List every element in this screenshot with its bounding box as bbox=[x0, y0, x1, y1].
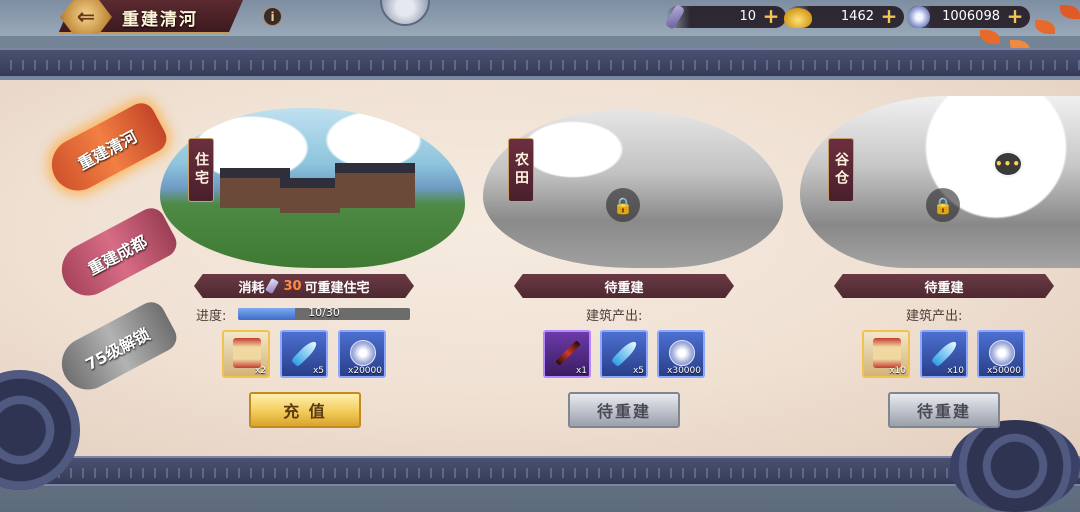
feather-ticket-icon bbox=[265, 277, 280, 295]
add-tickets-button[interactable]: + bbox=[762, 6, 780, 26]
lock-icon: 🔒 bbox=[926, 188, 960, 222]
reward-item[interactable]: x2 bbox=[222, 330, 270, 378]
item-count: x1 bbox=[575, 366, 587, 376]
coin-icon bbox=[350, 340, 376, 366]
gold-ingot-icon bbox=[784, 8, 812, 28]
scroll-icon bbox=[233, 338, 261, 368]
back-arrow-icon: ⇐ bbox=[76, 4, 96, 30]
feather-icon bbox=[290, 338, 320, 368]
item-count: x2 bbox=[254, 366, 266, 376]
scroll-icon bbox=[873, 338, 901, 368]
cost-ribbon: 消耗 30 可重建住宅 bbox=[194, 274, 414, 298]
cost-amount: 30 bbox=[283, 278, 302, 294]
info-icon[interactable]: i bbox=[263, 7, 282, 26]
progress-text: 10/30 bbox=[308, 306, 340, 319]
reward-item[interactable]: x5 bbox=[600, 330, 648, 378]
lock-icon: 🔒 bbox=[606, 188, 640, 222]
item-count: x20000 bbox=[348, 366, 382, 376]
item-count: x10 bbox=[947, 366, 964, 376]
reward-item[interactable]: x1 bbox=[543, 330, 591, 378]
reward-item[interactable]: x5 bbox=[280, 330, 328, 378]
output-label: 建筑产出: bbox=[586, 309, 643, 324]
cost-suffix: 可重建住宅 bbox=[304, 280, 370, 296]
resource-tickets: 10 + bbox=[664, 4, 786, 30]
recharge-button[interactable]: 充 值 bbox=[249, 392, 361, 428]
cost-prefix: 消耗 bbox=[238, 280, 265, 296]
reward-item[interactable]: x10 bbox=[920, 330, 968, 378]
item-count: x10 bbox=[889, 366, 906, 376]
add-gold-button[interactable]: + bbox=[880, 6, 898, 26]
pending-rebuild-button[interactable]: 待重建 bbox=[888, 392, 1000, 428]
building-label: 农田 bbox=[508, 138, 534, 202]
building-label: 住宅 bbox=[188, 138, 214, 202]
page-title: 重建清河 bbox=[122, 10, 198, 30]
reward-item[interactable]: x20000 bbox=[338, 330, 386, 378]
item-count: x5 bbox=[312, 366, 324, 376]
chat-bubble-icon[interactable]: ••• bbox=[993, 151, 1023, 177]
building-label: 谷仓 bbox=[828, 138, 854, 202]
item-count: x50000 bbox=[987, 366, 1021, 376]
silver-coin-icon bbox=[908, 6, 930, 28]
reward-item[interactable]: x50000 bbox=[977, 330, 1025, 378]
status-ribbon: 待重建 bbox=[834, 274, 1054, 298]
item-count: x30000 bbox=[667, 366, 701, 376]
top-border-band bbox=[0, 48, 1080, 78]
feather-icon bbox=[610, 338, 640, 368]
bottom-border-band bbox=[0, 456, 1080, 486]
feather-icon bbox=[930, 338, 960, 368]
coin-icon bbox=[669, 340, 695, 366]
resource-value: 10 bbox=[739, 9, 756, 24]
pending-rebuild-button[interactable]: 待重建 bbox=[568, 392, 680, 428]
coin-icon bbox=[989, 340, 1015, 366]
progress-label: 进度: bbox=[196, 309, 227, 324]
resource-value: 1462 bbox=[840, 9, 874, 24]
reward-item[interactable]: x30000 bbox=[657, 330, 705, 378]
reward-item[interactable]: x10 bbox=[862, 330, 910, 378]
item-count: x5 bbox=[632, 366, 644, 376]
output-label: 建筑产出: bbox=[906, 309, 963, 324]
sword-icon bbox=[555, 340, 581, 366]
resource-gold: 1462 + bbox=[784, 6, 904, 28]
cloud-decoration bbox=[950, 420, 1080, 512]
status-ribbon: 待重建 bbox=[514, 274, 734, 298]
